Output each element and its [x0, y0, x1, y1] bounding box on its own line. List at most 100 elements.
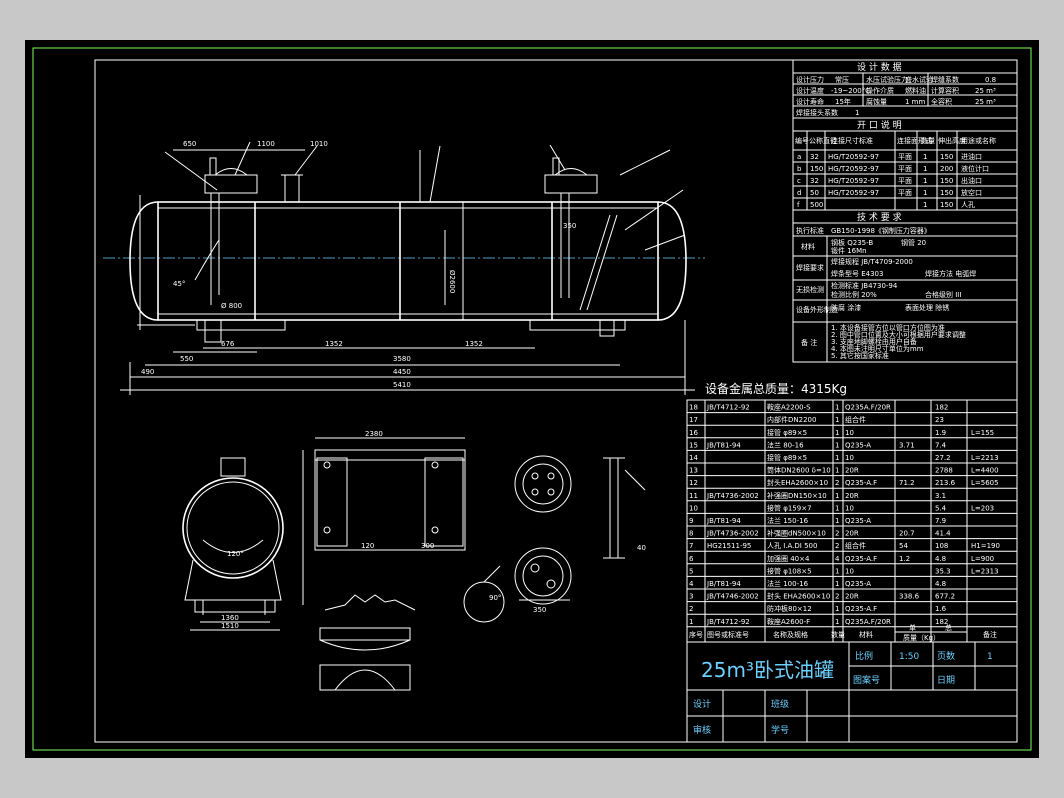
bom-cell: H1=190 [971, 542, 1000, 550]
bom-cell: 1 [689, 618, 693, 626]
opening-cell: 放空口 [961, 188, 982, 197]
opening-cell: HG/T20592-97 [828, 189, 879, 197]
opening-cell: 人孔 [961, 201, 975, 209]
bom-h6: 总 [945, 623, 952, 632]
opening-cell: 液位计口 [961, 164, 989, 173]
tech-r2c3: 焊接方法 电弧焊 [925, 269, 976, 278]
opening-cell: 平面 [898, 177, 912, 185]
pad-detail [314, 437, 466, 551]
opening-cell: 平面 [898, 165, 912, 173]
op-h6: 用途或名称 [961, 136, 996, 145]
bom-cell: 18 [689, 404, 698, 412]
bom-cell: 2788 [935, 467, 953, 475]
bom-cell: 3 [689, 593, 693, 601]
bom-cell: 1 [835, 580, 839, 588]
bom-cell: 1.6 [935, 605, 947, 613]
reviewer-label: 审核 [693, 724, 711, 736]
bom-cell: Q235-A [845, 517, 871, 525]
opening-cell: 32 [810, 177, 819, 185]
bom-cell: Q235-A.F [845, 605, 877, 613]
openings-rows: a 32 HG/T20592-97 平面 1 150 进油口b 150 HG/T20592-97… [797, 152, 989, 209]
dim-40: 40 [637, 544, 646, 552]
bom-cell: 法兰 150-16 [767, 516, 809, 525]
design-r1c2: 操作介质 [866, 86, 894, 95]
bom-cell: 20R [845, 530, 859, 538]
bom-cell: 10 [845, 567, 854, 575]
bom-cell: 8 [689, 530, 693, 538]
bom-cell: 鞍座A2600-F [767, 617, 810, 626]
bom-cell: 10 [845, 429, 854, 437]
bom-cell: L=900 [971, 555, 994, 563]
bom-cell: 7.4 [935, 441, 947, 449]
bom-cell: 人孔 I.A.DI 500 [767, 542, 817, 550]
drawing-no-label: 图案号 [853, 674, 880, 686]
tech-r0c1: GB150-1998《钢制压力容器》 [831, 226, 931, 235]
tech-r0c0: 执行标准 [796, 226, 824, 235]
total-mass-label: 设备金属总质量：4315Kg [705, 381, 847, 396]
bom-cell: 10 [845, 454, 854, 462]
design-r0c5: 0.8 [985, 76, 996, 84]
bom-cell: 12 [689, 479, 698, 487]
bom-cell: 法兰 100-16 [767, 579, 809, 588]
design-r1c0: 设计温度 [796, 86, 824, 95]
bom-cell: 接管 φ159×7 [767, 503, 812, 512]
bom-cell: 1 [835, 429, 839, 437]
design-r2c0: 设计寿命 [796, 97, 824, 106]
dim-350b: 350 [533, 606, 546, 614]
dim-650: 650 [183, 140, 196, 148]
bom-cell: L=4400 [971, 467, 999, 475]
design-r3c1: 1 [855, 109, 859, 117]
dim-120deg: 120° [227, 550, 244, 558]
tech-r2c1: 焊接规程 JB/T4709-2000 [831, 257, 913, 266]
bom-cell: 接管 φ108×5 [767, 566, 812, 575]
outer-frame [32, 47, 1032, 751]
bom-cell: 3.71 [899, 441, 915, 449]
bom-cell: 5 [689, 567, 693, 575]
opening-cell: 150 [940, 189, 953, 197]
bom-cell: 4.8 [935, 555, 946, 563]
opening-cell: 500 [810, 201, 823, 209]
bom-cell: 2 [835, 530, 839, 538]
opening-cell: 150 [940, 177, 953, 185]
scale-label: 比例 [855, 650, 873, 662]
op-h2: 连接尺寸标准 [831, 136, 873, 145]
bom-cell: 71.2 [899, 479, 915, 487]
bom-cell: 1 [835, 605, 839, 613]
bom-cell: 23 [935, 416, 944, 424]
bom-cell: 16 [689, 429, 698, 437]
dim-45: 45° [173, 280, 185, 288]
opening-cell: 150 [940, 153, 953, 161]
bom-cell: L=2213 [971, 454, 999, 462]
bom-cell: 2 [835, 593, 839, 601]
bom-cell: JB/T4736-2002 [706, 492, 759, 500]
design-r1c5: 25 m³ [975, 87, 996, 95]
openings-title: 开 口 说 明 [857, 119, 902, 131]
bom-cell: 27.2 [935, 454, 951, 462]
bom-cell: 17 [689, 416, 698, 424]
bom-cell: 20R [845, 467, 859, 475]
bom-h0: 序号 [689, 630, 703, 639]
bom-cell: 213.6 [935, 479, 956, 487]
op-h4: 数量 [921, 136, 935, 145]
scale-value: 1:50 [899, 652, 919, 662]
tech-r2c0: 焊接要求 [796, 263, 824, 272]
designer-label: 设计 [693, 698, 711, 710]
bom-cell: 1 [835, 404, 839, 412]
design-data-title: 设 计 数 据 [857, 61, 902, 73]
bom-cell: JB/T4746-2002 [706, 593, 759, 601]
bom-cell: 338.6 [899, 593, 920, 601]
bom-cell: Q235-A.F [845, 555, 877, 563]
opening-cell: b [797, 165, 802, 173]
dim-2600: Ø2600 [448, 270, 456, 293]
design-r0c0: 设计压力 [796, 75, 824, 84]
bom-cell: 鞍座A2200-S [767, 403, 811, 412]
student-no-label: 学号 [771, 724, 789, 736]
bom-cell: 组合件 [845, 541, 866, 550]
side-view [182, 450, 304, 631]
bom-cell: 1 [835, 567, 839, 575]
dim-676: 676 [221, 340, 235, 348]
opening-cell: 1 [923, 201, 927, 209]
bom-cell: 182 [935, 404, 948, 412]
bom-cell: 1 [835, 441, 839, 449]
bom-cell: L=5605 [971, 479, 999, 487]
